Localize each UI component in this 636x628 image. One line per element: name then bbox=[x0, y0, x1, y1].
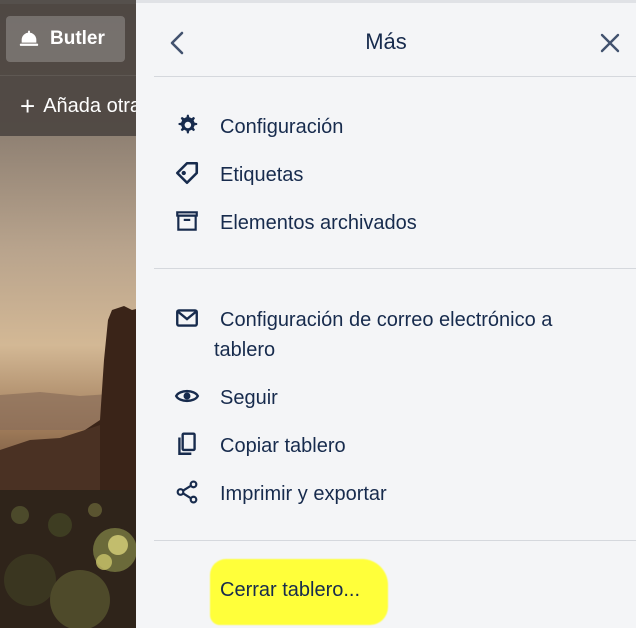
top-strip bbox=[0, 0, 140, 4]
menu-item-label: Configuración bbox=[220, 116, 344, 138]
menu-item-label: Elementos archivados bbox=[220, 212, 417, 234]
copy-icon bbox=[178, 432, 196, 455]
header-divider bbox=[0, 75, 140, 76]
archive-icon bbox=[176, 211, 198, 231]
plus-icon: + bbox=[20, 91, 36, 121]
menu-item-etiquetas[interactable]: Etiquetas bbox=[174, 160, 303, 190]
divider bbox=[154, 76, 636, 77]
add-list-button[interactable]: + Añada otra lista bbox=[20, 93, 140, 119]
panel-header: Más bbox=[136, 3, 636, 79]
divider bbox=[154, 268, 636, 269]
close-board-button[interactable]: Cerrar tablero... bbox=[220, 579, 360, 602]
menu-item-label-line1: Configuración de correo electrónico a bbox=[220, 309, 553, 331]
menu-item-configuracion[interactable]: Configuración bbox=[174, 112, 343, 142]
menu-item-label: Etiquetas bbox=[220, 164, 304, 186]
menu-item-seguir[interactable]: Seguir bbox=[174, 383, 278, 413]
menu-item-imprimir-exportar[interactable]: Imprimir y exportar bbox=[174, 479, 387, 509]
divider bbox=[154, 540, 636, 541]
menu-item-label: Imprimir y exportar bbox=[220, 483, 387, 505]
tag-icon bbox=[175, 161, 199, 185]
email-icon bbox=[176, 309, 198, 327]
menu-item-copiar-tablero[interactable]: Copiar tablero bbox=[174, 431, 346, 461]
close-icon[interactable] bbox=[598, 31, 622, 55]
board-background: Butler + Añada otra lista bbox=[0, 0, 140, 628]
more-menu-panel: Más Configuración Etiquetas Elementos ar… bbox=[136, 0, 636, 628]
share-icon bbox=[176, 480, 198, 504]
butler-label: Butler bbox=[50, 28, 105, 49]
landscape-image bbox=[0, 306, 140, 628]
butler-bell-icon bbox=[19, 30, 39, 46]
eye-icon bbox=[174, 389, 200, 403]
menu-item-label: Copiar tablero bbox=[220, 435, 346, 457]
menu-item-archived[interactable]: Elementos archivados bbox=[174, 208, 417, 238]
menu-item-email-settings[interactable]: Configuración de correo electrónico a ta… bbox=[174, 305, 604, 365]
panel-title: Más bbox=[365, 29, 407, 54]
menu-item-label-line2: tablero bbox=[214, 339, 276, 361]
gear-icon bbox=[178, 114, 198, 134]
butler-button[interactable]: Butler bbox=[6, 16, 125, 62]
menu-item-label: Seguir bbox=[220, 387, 278, 409]
add-list-label: Añada otra lista bbox=[43, 94, 140, 117]
